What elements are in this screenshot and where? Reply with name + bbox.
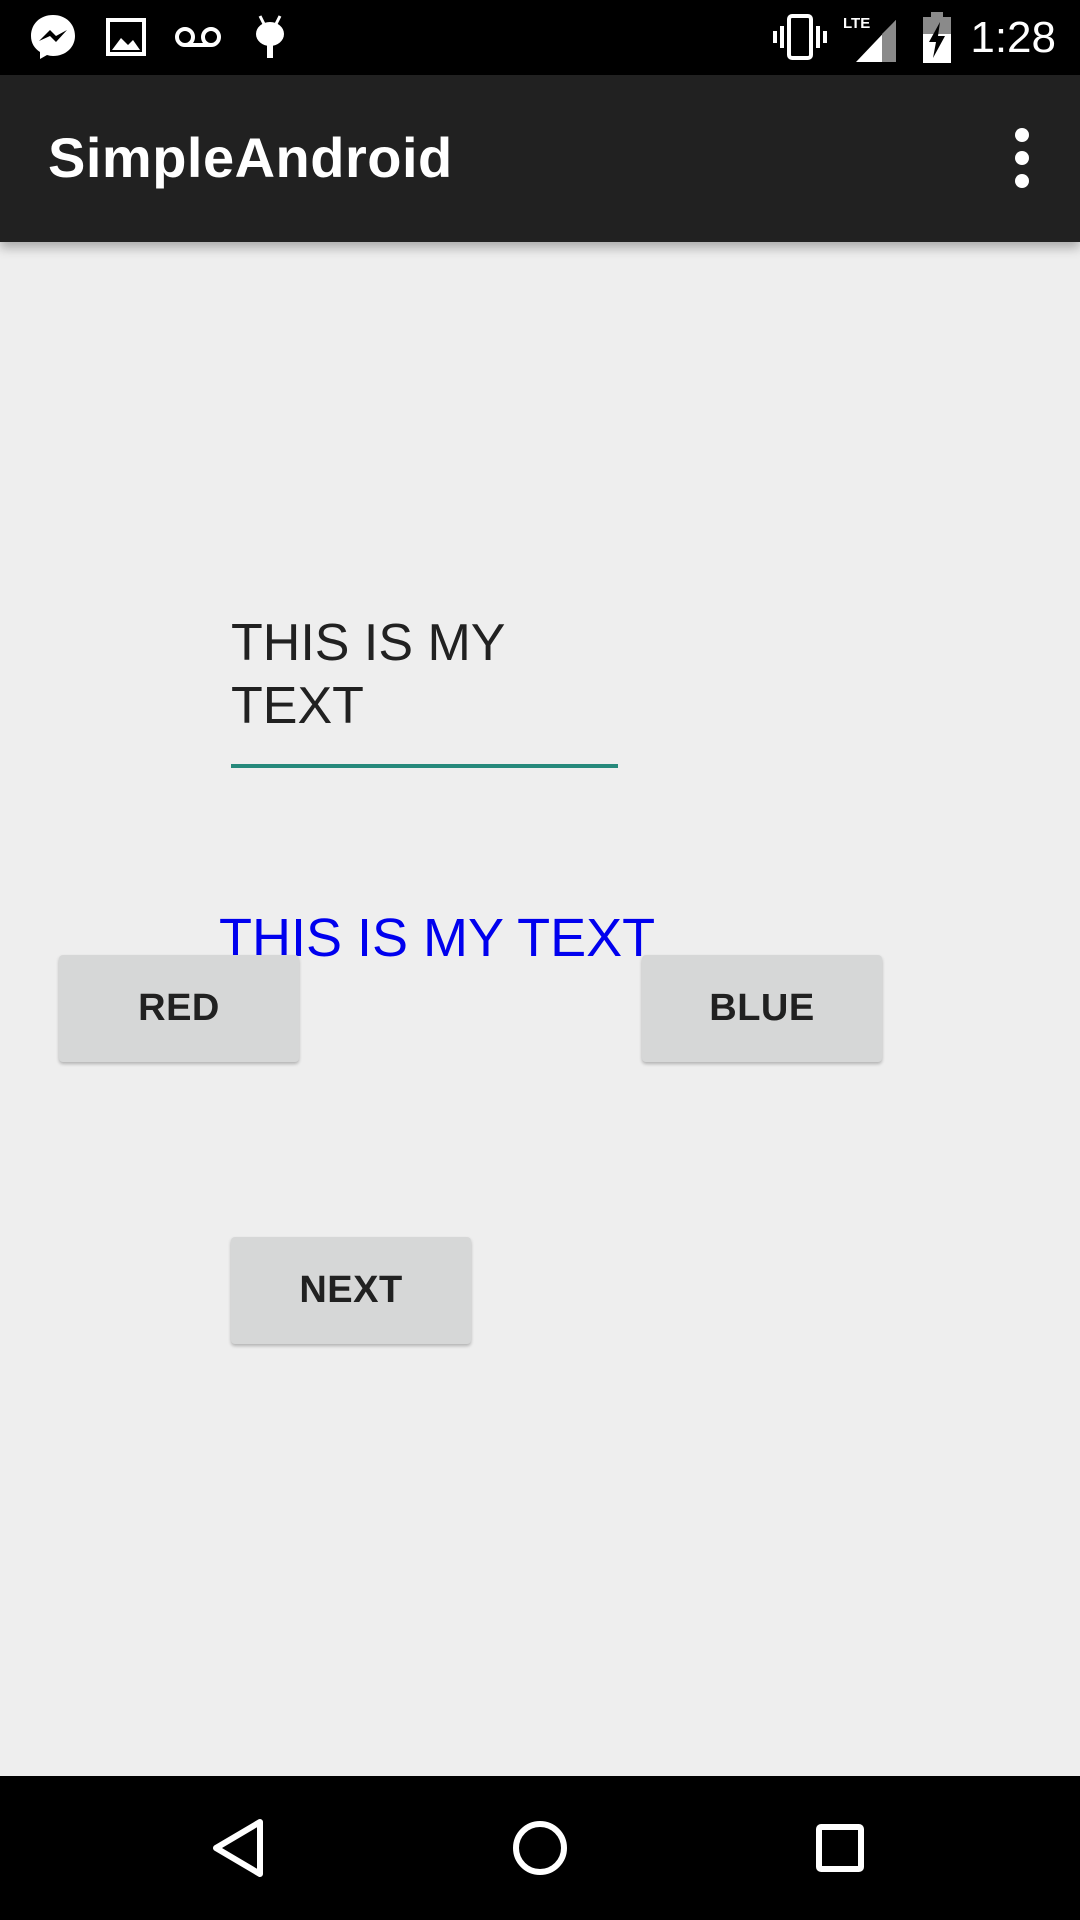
- app-bar: SimpleAndroid: [0, 75, 1080, 242]
- blue-button[interactable]: BLUE: [642, 955, 882, 1062]
- back-triangle-icon[interactable]: [190, 1798, 290, 1898]
- text-input-underline: [231, 764, 618, 768]
- svg-text:LTE: LTE: [843, 15, 870, 32]
- status-bar: LTE 1:28: [0, 0, 1080, 75]
- status-clock: 1:28: [970, 13, 1056, 62]
- text-input-value[interactable]: THIS IS MY TEXT: [231, 612, 591, 738]
- recent-square-icon[interactable]: [790, 1798, 890, 1898]
- red-button[interactable]: RED: [59, 955, 299, 1062]
- android-screen: LTE 1:28 SimpleAndroid THIS IS MY TEXT T…: [0, 0, 1080, 1920]
- more-vert-icon[interactable]: [986, 118, 1058, 198]
- battery-charging-icon: [923, 12, 951, 63]
- messenger-icon: [31, 15, 75, 59]
- next-button[interactable]: NEXT: [231, 1237, 471, 1344]
- home-circle-icon[interactable]: [490, 1798, 590, 1898]
- image-icon: [106, 18, 146, 56]
- text-input-line-1: THIS IS MY: [231, 614, 506, 672]
- voicemail-icon: [175, 27, 221, 47]
- lte-signal-icon: LTE: [843, 15, 896, 62]
- text-input-line-2: TEXT: [231, 677, 364, 735]
- vibrate-icon: [773, 14, 827, 60]
- navigation-bar: [0, 1776, 1080, 1920]
- text-input-field[interactable]: THIS IS MY TEXT: [231, 612, 618, 772]
- android-debug-icon: [256, 15, 284, 58]
- app-title: SimpleAndroid: [48, 126, 453, 189]
